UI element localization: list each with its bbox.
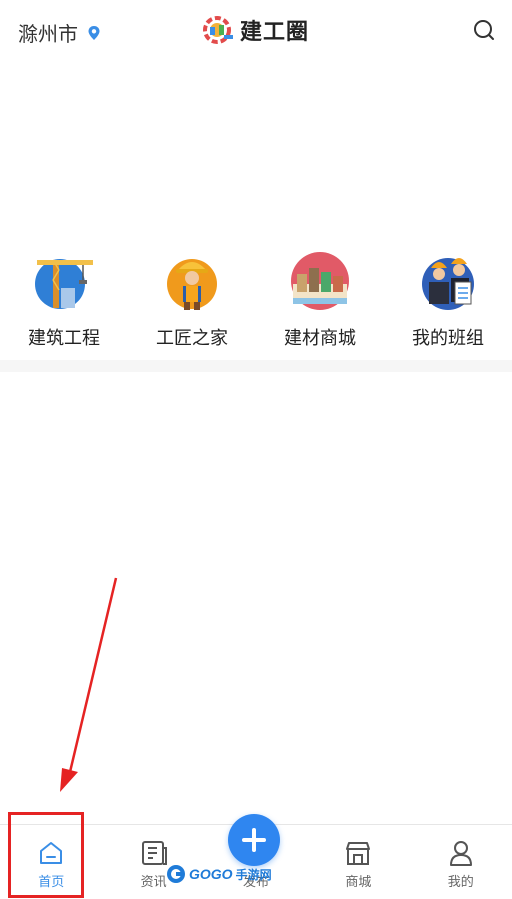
city-selector[interactable]: 滁州市 bbox=[18, 18, 102, 47]
annotation-arrow bbox=[60, 577, 118, 792]
top-bar: 滁州市 建工圈 bbox=[0, 0, 512, 60]
category-materials-mall[interactable]: 建材商城 bbox=[256, 250, 384, 360]
tab-mall[interactable]: 商城 bbox=[307, 825, 409, 899]
buildings-icon bbox=[291, 252, 349, 310]
annotation-highlight-box bbox=[8, 812, 84, 898]
plus-icon bbox=[242, 828, 266, 852]
app-name: 建工圈 bbox=[240, 19, 310, 45]
watermark: GOGO 手游网 bbox=[166, 864, 272, 884]
publish-button[interactable] bbox=[228, 814, 280, 866]
category-grid: 建筑工程 工匠之家 建材商城 我的班组 bbox=[0, 250, 512, 360]
search-icon[interactable] bbox=[472, 18, 496, 42]
location-icon bbox=[88, 25, 100, 40]
logo-mark-icon bbox=[203, 16, 233, 44]
watermark-brand: GOGO bbox=[189, 866, 233, 882]
section-divider bbox=[0, 360, 512, 372]
category-craftsman-home[interactable]: 工匠之家 bbox=[128, 250, 256, 360]
tab-label-mall: 商城 bbox=[345, 874, 372, 889]
watermark-cn: 手游网 bbox=[235, 867, 272, 882]
tab-mine[interactable]: 我的 bbox=[410, 825, 512, 899]
category-construction[interactable]: 建筑工程 bbox=[0, 250, 128, 360]
watermark-logo-icon bbox=[167, 865, 185, 883]
store-icon bbox=[346, 842, 371, 865]
team-icon bbox=[422, 258, 474, 310]
worker-icon bbox=[167, 259, 217, 310]
category-label: 建材商城 bbox=[284, 328, 356, 348]
category-label: 建筑工程 bbox=[28, 328, 100, 348]
tab-label-mine: 我的 bbox=[447, 874, 474, 889]
city-name: 滁州市 bbox=[18, 24, 78, 46]
category-my-team[interactable]: 我的班组 bbox=[384, 250, 512, 360]
crane-icon bbox=[35, 259, 93, 309]
category-label: 我的班组 bbox=[412, 328, 484, 348]
app-logo: 建工圈 bbox=[200, 14, 309, 46]
tab-label-news: 资讯 bbox=[140, 874, 167, 889]
news-icon bbox=[141, 841, 167, 865]
user-icon bbox=[449, 841, 472, 866]
tab-news[interactable]: 资讯 bbox=[102, 825, 204, 899]
category-label: 工匠之家 bbox=[156, 328, 228, 348]
